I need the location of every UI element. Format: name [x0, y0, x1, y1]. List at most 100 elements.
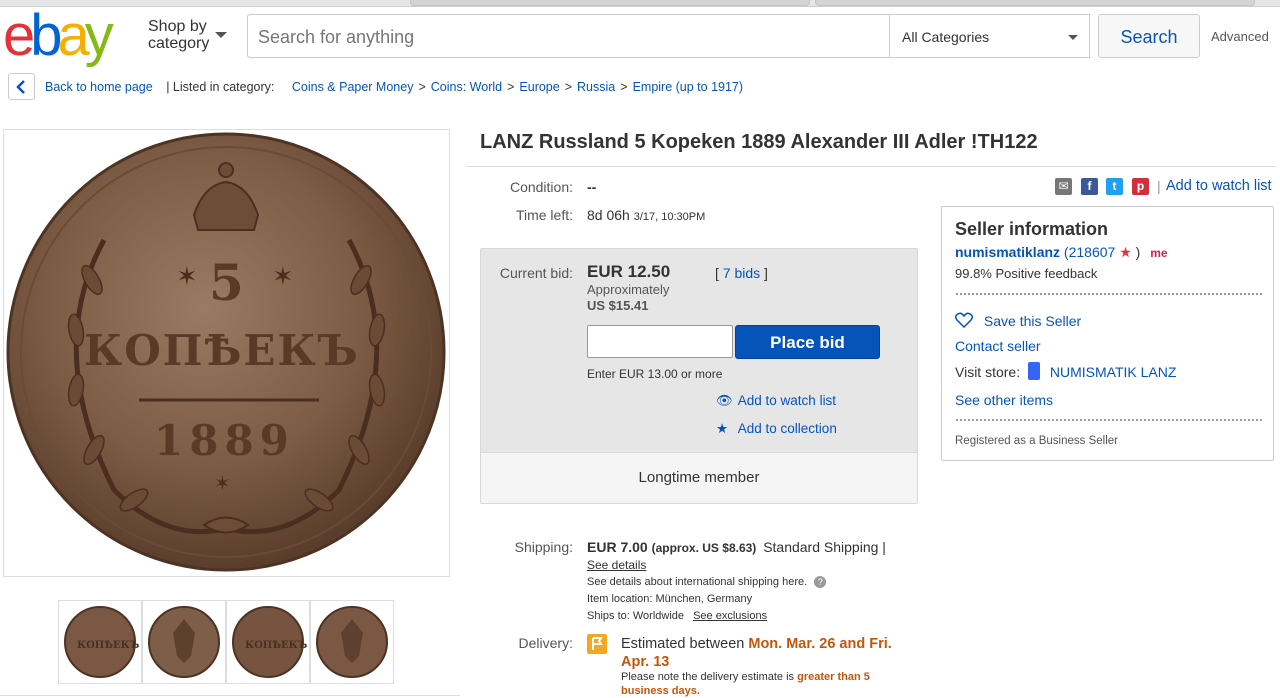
ships-to-value: Ships to: Worldwide — [587, 610, 685, 622]
visit-store-label: Visit store: — [955, 364, 1021, 380]
time-left-value: 8d 06h — [587, 207, 630, 223]
shipping-price: EUR 7.00 — [587, 539, 648, 555]
seller-info-panel: Seller information numismatiklanz (21860… — [941, 206, 1274, 461]
delivery-note-text: Please note the delivery estimate is — [621, 671, 795, 683]
back-button[interactable] — [8, 73, 35, 100]
divider — [0, 695, 460, 696]
svg-text:✶: ✶ — [214, 471, 231, 495]
logo-letter: y — [84, 3, 114, 68]
time-left-date: 3/17, 10:30PM — [633, 211, 706, 223]
save-seller-button[interactable]: Save this Seller — [954, 312, 1081, 329]
add-to-collection-button[interactable]: ★ Add to collection — [716, 421, 837, 437]
current-bid-label: Current bid: — [499, 265, 573, 281]
shipping-service: Standard Shipping | — [763, 539, 886, 555]
facebook-icon[interactable]: f — [1081, 178, 1098, 195]
shipping-label: Shipping: — [514, 539, 573, 555]
thumbnail-image[interactable] — [310, 600, 394, 684]
delivery-flag-icon — [587, 634, 607, 654]
seller-name-link[interactable]: numismatiklanz — [955, 244, 1060, 260]
svg-text:✶: ✶ — [272, 262, 294, 292]
delivery-prefix: Estimated between — [621, 636, 745, 652]
shop-by-line2: category — [148, 35, 210, 52]
main-product-image[interactable]: ✶ ✶ 5 КОПѢЕКЪ 1889 ✶ — [3, 129, 450, 577]
search-input[interactable]: Search for anything — [247, 14, 890, 58]
ebay-logo[interactable]: ebay — [3, 3, 114, 68]
condition-label: Condition: — [509, 179, 573, 195]
breadcrumb-item[interactable]: Coins & Paper Money — [292, 80, 414, 94]
see-exclusions-link[interactable]: See exclusions — [693, 610, 767, 622]
category-select-value: All Categories — [902, 29, 990, 45]
condition-value: -- — [587, 179, 597, 195]
twitter-icon[interactable]: t — [1106, 178, 1123, 195]
browser-tab-strip — [0, 0, 1280, 7]
thumbnail-image[interactable] — [142, 600, 226, 684]
feedback-score-link[interactable]: (218607 — [1064, 244, 1115, 260]
business-seller-note: Registered as a Business Seller — [955, 435, 1118, 447]
time-left: 8d 06h 3/17, 10:30PM — [587, 207, 705, 223]
divider — [466, 166, 1276, 167]
shop-by-category-button[interactable]: Shop by category — [148, 18, 227, 52]
logo-letter: a — [57, 3, 90, 68]
breadcrumb-separator: > — [564, 80, 573, 94]
listing-title: LANZ Russland 5 Kopeken 1889 Alexander I… — [480, 131, 1038, 153]
bid-hint: Enter EUR 13.00 or more — [587, 367, 723, 381]
breadcrumb-item[interactable]: Empire (up to 1917) — [633, 80, 743, 94]
longtime-member-label: Longtime member — [481, 452, 917, 503]
advanced-search-link[interactable]: Advanced — [1211, 29, 1269, 44]
add-to-watch-list-button[interactable]: 👁 Add to watch list — [716, 393, 836, 409]
ships-to: Ships to: Worldwide See exclusions — [587, 610, 767, 622]
bids-count-link[interactable]: 7 bids — [723, 265, 760, 281]
delivery-dates-line2: Apr. 13 — [621, 654, 670, 670]
thumbnail-image[interactable]: КОПѢЕКЪ — [58, 600, 142, 684]
me-badge-icon[interactable]: me — [1150, 246, 1167, 260]
divider: | — [1157, 178, 1161, 194]
svg-text:✶: ✶ — [176, 262, 198, 292]
feedback-close: ) — [1135, 244, 1141, 260]
contact-seller-link[interactable]: Contact seller — [955, 338, 1041, 354]
add-to-watch-list-link[interactable]: Add to watch list — [1166, 178, 1272, 194]
star-icon: ★ — [716, 421, 729, 436]
coin-thumbnail-reverse: КОПѢЕКЪ — [232, 606, 308, 678]
bid-amount-input[interactable] — [587, 325, 733, 358]
logo-letter: e — [3, 3, 35, 68]
intl-shipping-note: See details about international shipping… — [587, 576, 827, 588]
breadcrumb-separator: > — [418, 80, 426, 94]
browser-tab[interactable] — [410, 0, 810, 6]
delivery-estimate: Estimated between Mon. Mar. 26 and Fri. … — [621, 635, 911, 671]
see-other-items-link[interactable]: See other items — [955, 392, 1053, 408]
see-details-link[interactable]: See details — [587, 558, 646, 572]
delivery-note-highlight: greater than 5 — [797, 671, 870, 683]
store-name-link[interactable]: NUMISMATIK LANZ — [1050, 364, 1177, 380]
breadcrumb-item[interactable]: Russia — [577, 80, 615, 94]
back-to-home-link[interactable]: Back to home page — [45, 80, 153, 94]
category-select[interactable]: All Categories — [889, 14, 1090, 58]
breadcrumb-item[interactable]: Coins: World — [431, 80, 502, 94]
delivery-note-highlight: business days. — [621, 685, 700, 697]
shop-by-line1: Shop by — [148, 18, 207, 35]
help-icon[interactable]: ? — [814, 576, 827, 588]
email-icon[interactable]: ✉ — [1055, 178, 1072, 195]
add-to-watch-list-label: Add to watch list — [737, 393, 837, 408]
chevron-down-icon — [1068, 35, 1078, 40]
delivery-label: Delivery: — [518, 635, 573, 651]
svg-text:1889: 1889 — [154, 416, 295, 465]
approx-label: Approximately — [587, 282, 670, 297]
pinterest-icon[interactable]: p — [1132, 178, 1149, 195]
current-bid-value: EUR 12.50 — [587, 262, 671, 281]
delivery-dates-line1: Mon. Mar. 26 and Fri. — [748, 636, 892, 652]
shipping-info: EUR 7.00 (approx. US $8.63) Standard Shi… — [587, 539, 886, 555]
browser-tab[interactable] — [815, 0, 1255, 6]
eye-icon: 👁 — [716, 393, 734, 408]
place-bid-button[interactable]: Place bid — [735, 325, 880, 359]
thumbnail-image[interactable]: КОПѢЕКЪ — [226, 600, 310, 684]
breadcrumb: Back to home page | Listed in category: … — [45, 80, 743, 94]
search-button[interactable]: Search — [1098, 14, 1200, 58]
breadcrumb-item[interactable]: Europe — [519, 80, 559, 94]
svg-text:КОПѢЕКЪ: КОПѢЕКЪ — [84, 326, 360, 375]
listed-in-label: | Listed in category: — [166, 80, 275, 94]
heart-icon — [954, 312, 974, 329]
approx-value: US $15.41 — [587, 298, 649, 313]
chevron-down-icon — [215, 32, 227, 38]
feedback-star-icon: ★ — [1119, 244, 1132, 260]
time-left-label: Time left: — [515, 207, 573, 223]
